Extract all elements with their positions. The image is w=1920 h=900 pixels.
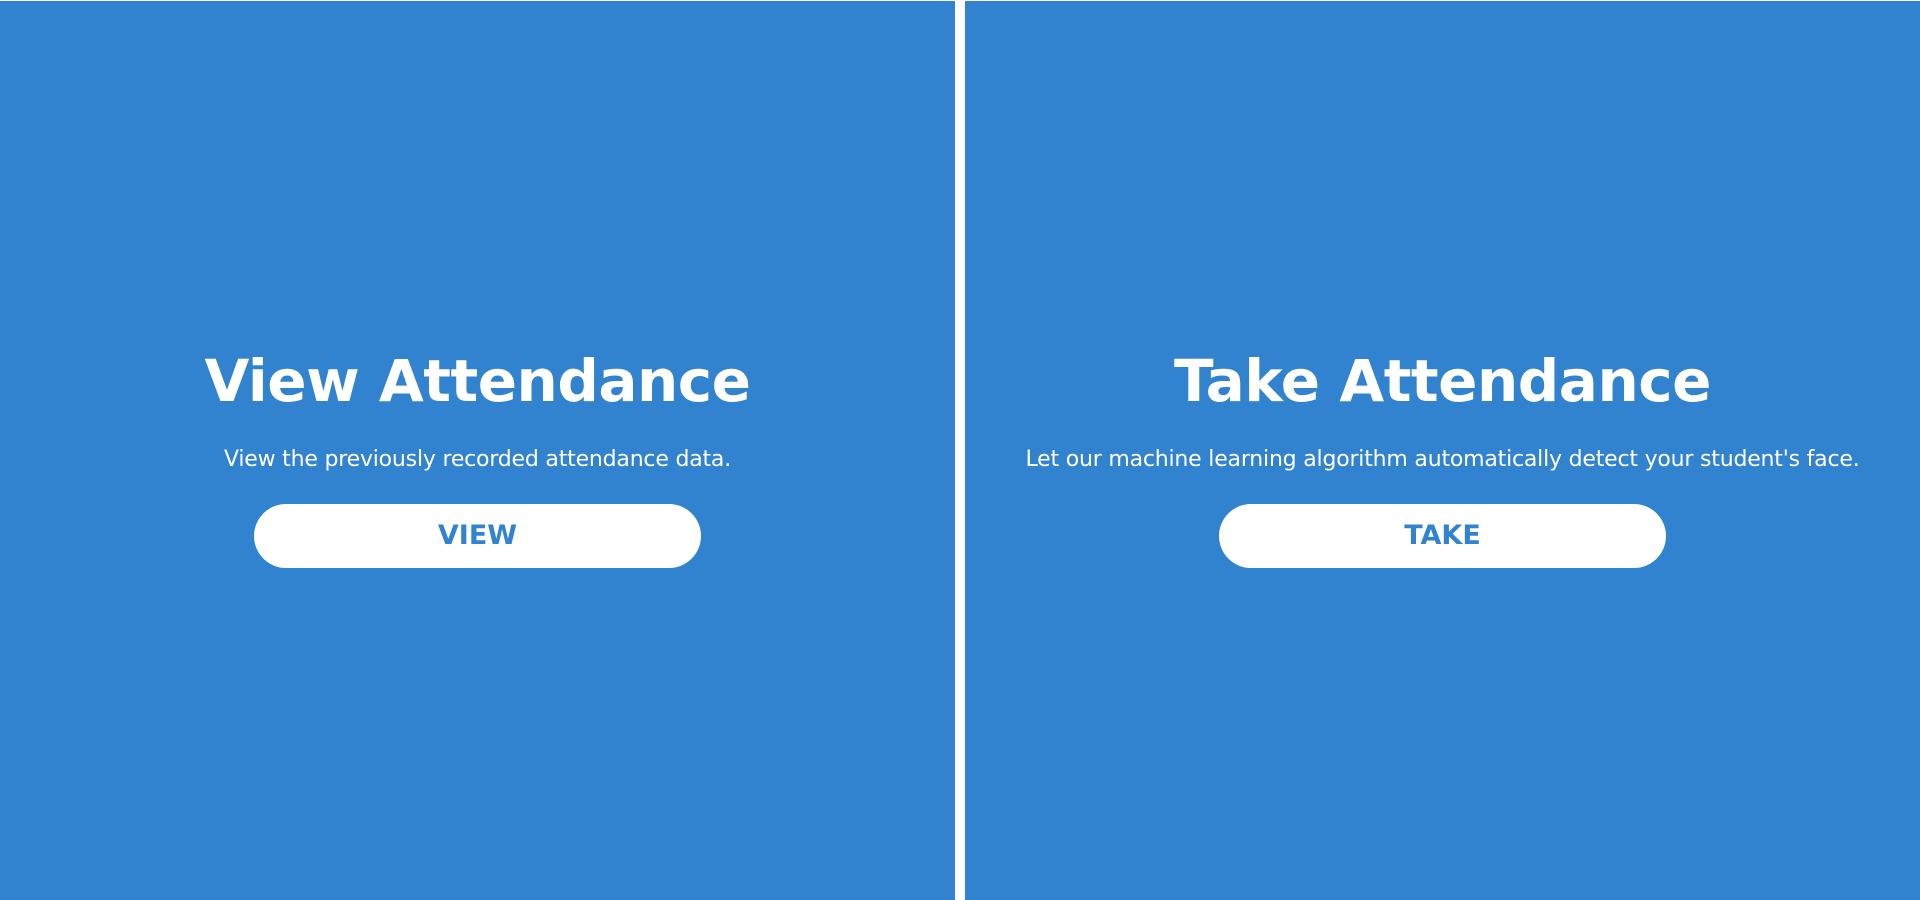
- view-button[interactable]: VIEW: [254, 504, 701, 568]
- take-attendance-description: Let our machine learning algorithm autom…: [1025, 447, 1860, 472]
- take-attendance-panel: Take Attendance Let our machine learning…: [965, 1, 1920, 900]
- view-attendance-title: View Attendance: [204, 347, 752, 415]
- take-attendance-title: Take Attendance: [1174, 347, 1711, 415]
- split-layout: View Attendance View the previously reco…: [0, 0, 1920, 900]
- view-attendance-content: View Attendance View the previously reco…: [0, 346, 955, 568]
- view-attendance-panel: View Attendance View the previously reco…: [0, 1, 955, 900]
- view-attendance-description: View the previously recorded attendance …: [223, 447, 732, 472]
- take-button[interactable]: TAKE: [1219, 504, 1666, 568]
- take-attendance-content: Take Attendance Let our machine learning…: [965, 346, 1920, 568]
